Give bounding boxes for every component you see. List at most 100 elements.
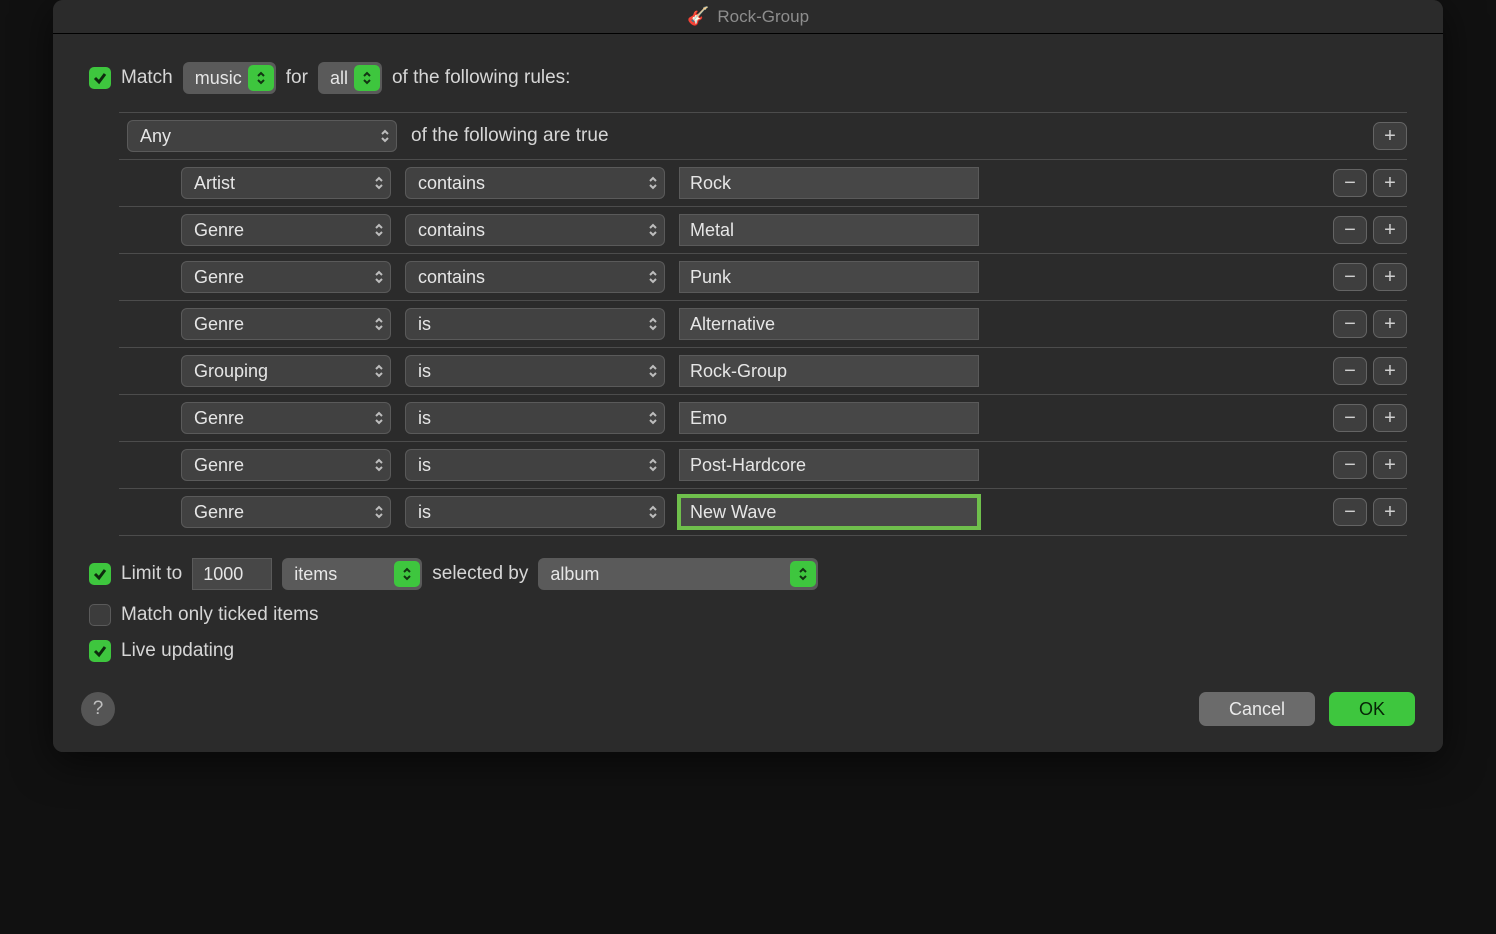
rule-operator-select[interactable]: is [405, 402, 665, 434]
limit-label: Limit to [121, 563, 182, 585]
chevron-updown-icon [248, 65, 274, 91]
quantifier-value: all [330, 68, 348, 89]
help-button[interactable]: ? [81, 692, 115, 726]
remove-rule-button[interactable]: − [1333, 263, 1367, 291]
limit-unit-value: items [294, 564, 337, 585]
rule-field-select[interactable]: Grouping [181, 355, 391, 387]
rule-value-input[interactable] [679, 308, 979, 340]
rule-field-value: Grouping [194, 361, 268, 382]
rule-field-select[interactable]: Artist [181, 167, 391, 199]
dialog-footer: ? Cancel OK [53, 674, 1443, 752]
chevron-updown-icon [370, 217, 388, 243]
rule-operator-value: contains [418, 267, 485, 288]
selected-by-select[interactable]: album [538, 558, 818, 590]
chevron-updown-icon [644, 217, 662, 243]
rule-operator-select[interactable]: is [405, 496, 665, 528]
add-rule-button[interactable]: + [1373, 451, 1407, 479]
rule-field-select[interactable]: Genre [181, 496, 391, 528]
match-ticked-row: Match only ticked items [89, 604, 1407, 626]
add-rule-button[interactable]: + [1373, 216, 1407, 244]
rule-operator-select[interactable]: contains [405, 167, 665, 199]
rule-field-select[interactable]: Genre [181, 214, 391, 246]
media-type-select[interactable]: music [183, 62, 276, 94]
live-updating-row: Live updating [89, 640, 1407, 662]
add-rule-button[interactable]: + [1373, 310, 1407, 338]
live-updating-checkbox[interactable] [89, 640, 111, 662]
match-ticked-checkbox[interactable] [89, 604, 111, 626]
rule-row: Genre contains −+ [119, 207, 1407, 254]
limit-checkbox[interactable] [89, 563, 111, 585]
cancel-button[interactable]: Cancel [1199, 692, 1315, 726]
rule-buttons: −+ [1333, 451, 1407, 479]
rule-value-input[interactable] [679, 261, 979, 293]
rule-buttons: −+ [1333, 310, 1407, 338]
rule-operator-value: is [418, 361, 431, 382]
guitar-icon: 🎸 [687, 6, 709, 27]
group-header-buttons: + [1373, 122, 1407, 150]
remove-rule-button[interactable]: − [1333, 404, 1367, 432]
add-rule-button[interactable]: + [1373, 263, 1407, 291]
media-type-value: music [195, 68, 242, 89]
chevron-updown-icon [644, 452, 662, 478]
rule-operator-select[interactable]: is [405, 449, 665, 481]
limit-row: Limit to items selected by album [89, 558, 1407, 590]
rule-row: Genre is −+ [119, 489, 1407, 536]
rule-operator-value: is [418, 502, 431, 523]
rule-buttons: −+ [1333, 263, 1407, 291]
add-rule-button[interactable]: + [1373, 169, 1407, 197]
rule-value-input[interactable] [679, 402, 979, 434]
chevron-updown-icon [370, 311, 388, 337]
add-rule-button[interactable]: + [1373, 357, 1407, 385]
chevron-updown-icon [394, 561, 420, 587]
rule-value-input[interactable] [679, 167, 979, 199]
group-mode-select[interactable]: Any [127, 120, 397, 152]
rule-field-select[interactable]: Genre [181, 308, 391, 340]
rule-row: Artist contains −+ [119, 160, 1407, 207]
rule-field-select[interactable]: Genre [181, 402, 391, 434]
add-rule-button[interactable]: + [1373, 498, 1407, 526]
rule-field-value: Genre [194, 408, 244, 429]
ok-button[interactable]: OK [1329, 692, 1415, 726]
remove-rule-button[interactable]: − [1333, 169, 1367, 197]
titlebar: 🎸 Rock-Group [53, 0, 1443, 34]
chevron-updown-icon [370, 452, 388, 478]
selected-by-label: selected by [432, 563, 528, 585]
rule-field-select[interactable]: Genre [181, 261, 391, 293]
selected-by-value: album [550, 564, 599, 585]
chevron-updown-icon [644, 499, 662, 525]
rule-field-value: Genre [194, 455, 244, 476]
add-rule-button[interactable]: + [1373, 122, 1407, 150]
rule-value-input[interactable] [679, 449, 979, 481]
smart-playlist-dialog: 🎸 Rock-Group Match music for all [53, 0, 1443, 752]
rule-row: Genre is −+ [119, 395, 1407, 442]
rule-operator-select[interactable]: is [405, 308, 665, 340]
rule-operator-select[interactable]: contains [405, 261, 665, 293]
match-ticked-label: Match only ticked items [121, 604, 318, 626]
rule-buttons: −+ [1333, 498, 1407, 526]
rule-buttons: −+ [1333, 169, 1407, 197]
limit-count-input[interactable] [192, 558, 272, 590]
remove-rule-button[interactable]: − [1333, 451, 1367, 479]
rule-operator-select[interactable]: is [405, 355, 665, 387]
rule-value-input[interactable] [679, 355, 979, 387]
rule-operator-value: is [418, 455, 431, 476]
limit-unit-select[interactable]: items [282, 558, 422, 590]
remove-rule-button[interactable]: − [1333, 216, 1367, 244]
add-rule-button[interactable]: + [1373, 404, 1407, 432]
rule-operator-select[interactable]: contains [405, 214, 665, 246]
match-label: Match [121, 67, 173, 89]
rule-field-select[interactable]: Genre [181, 449, 391, 481]
remove-rule-button[interactable]: − [1333, 357, 1367, 385]
rule-value-input[interactable] [679, 496, 979, 528]
remove-rule-button[interactable]: − [1333, 498, 1367, 526]
remove-rule-button[interactable]: − [1333, 310, 1367, 338]
chevron-updown-icon [370, 358, 388, 384]
rule-field-value: Genre [194, 267, 244, 288]
rule-buttons: −+ [1333, 357, 1407, 385]
chevron-updown-icon [376, 123, 394, 149]
chevron-updown-icon [790, 561, 816, 587]
quantifier-select[interactable]: all [318, 62, 382, 94]
group-header-row: Any of the following are true + [119, 113, 1407, 160]
match-checkbox[interactable] [89, 67, 111, 89]
rule-value-input[interactable] [679, 214, 979, 246]
